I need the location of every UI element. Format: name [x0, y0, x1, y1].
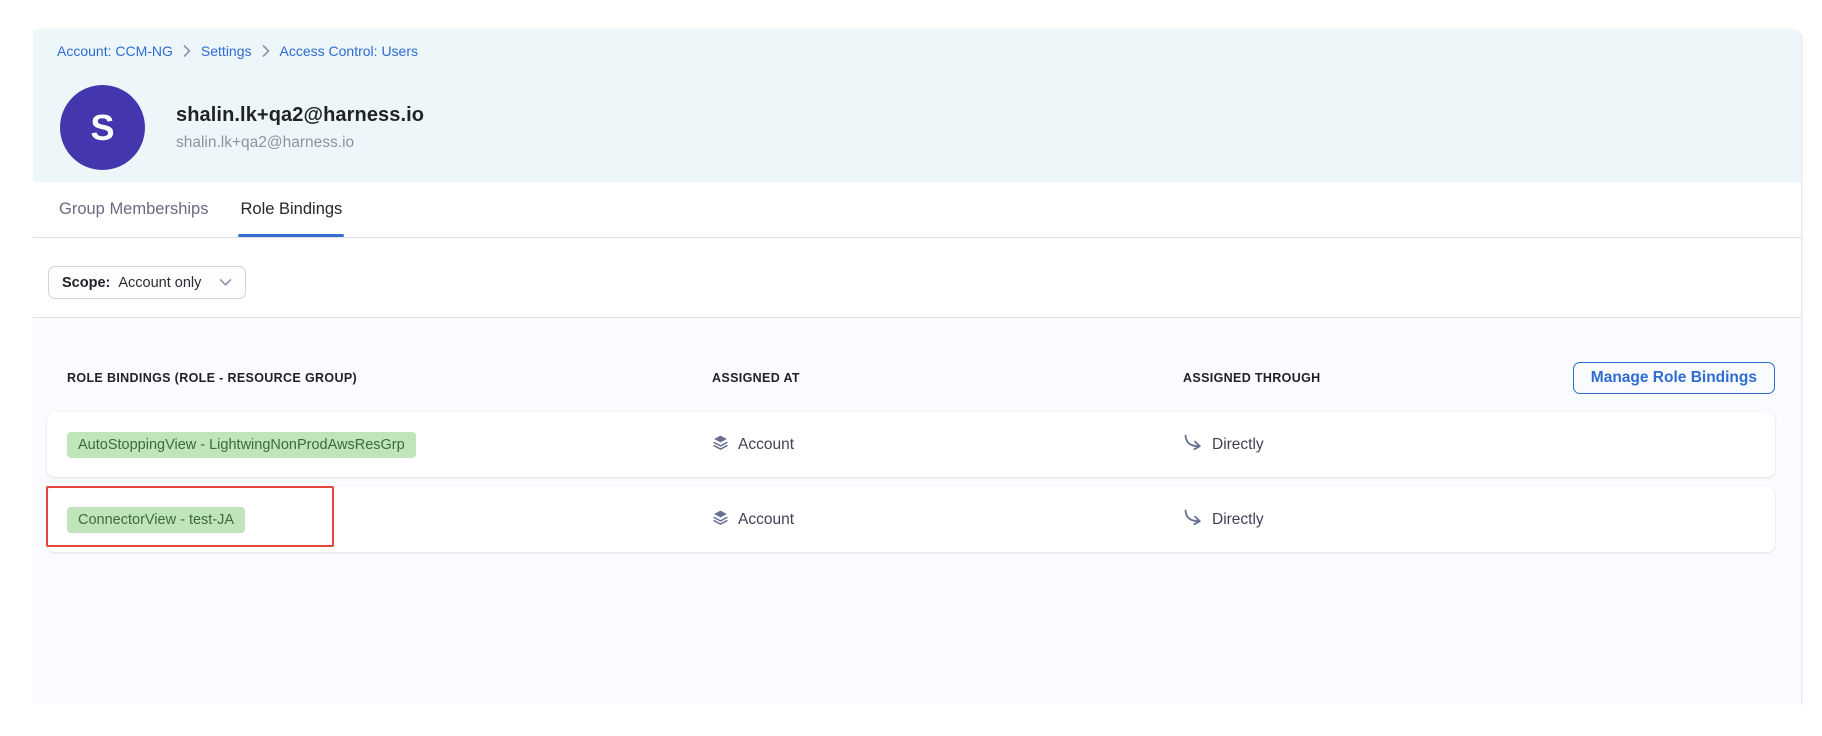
- table-row[interactable]: ConnectorView - test-JA Account: [47, 487, 1775, 552]
- assigned-through-cell: Directly: [1183, 434, 1775, 456]
- chevron-right-icon: [262, 45, 270, 57]
- direct-arrow-icon: [1183, 434, 1203, 456]
- filter-bar: Scope: Account only: [33, 238, 1801, 318]
- assigned-through-label: Directly: [1212, 436, 1264, 454]
- layers-icon: [712, 434, 729, 456]
- page: Account: CCM-NG Settings Access Control:…: [0, 0, 1822, 736]
- manage-role-bindings-button[interactable]: Manage Role Bindings: [1573, 362, 1775, 394]
- user-details-header: Account: CCM-NG Settings Access Control:…: [33, 30, 1801, 182]
- assigned-through-label: Directly: [1212, 511, 1264, 529]
- breadcrumb-account-link[interactable]: Account: CCM-NG: [57, 43, 173, 59]
- chevron-down-icon: [219, 278, 232, 287]
- tab-role-bindings[interactable]: Role Bindings: [238, 182, 344, 237]
- user-details-panel: Account: CCM-NG Settings Access Control:…: [33, 30, 1802, 705]
- avatar: S: [60, 85, 145, 170]
- assigned-through-cell: Directly: [1183, 509, 1775, 531]
- scope-dropdown[interactable]: Scope: Account only: [48, 266, 246, 299]
- user-name: shalin.lk+qa2@harness.io: [176, 104, 424, 127]
- scope-dropdown-label: Scope:: [62, 275, 110, 291]
- role-binding-badge: ConnectorView - test-JA: [67, 507, 245, 533]
- role-bindings-table: ROLE BINDINGS (ROLE - RESOURCE GROUP) AS…: [33, 318, 1801, 704]
- layers-icon: [712, 509, 729, 531]
- assigned-at-cell: Account: [712, 509, 1183, 531]
- user-summary: S shalin.lk+qa2@harness.io shalin.lk+qa2…: [60, 85, 424, 170]
- table-header-row: ROLE BINDINGS (ROLE - RESOURCE GROUP) AS…: [47, 362, 1775, 394]
- role-binding-cell: AutoStoppingView - LightwingNonProdAwsRe…: [67, 432, 712, 458]
- user-email: shalin.lk+qa2@harness.io: [176, 134, 424, 152]
- column-header-assigned-at: ASSIGNED AT: [712, 371, 1183, 385]
- avatar-initial: S: [90, 107, 114, 149]
- chevron-right-icon: [183, 45, 191, 57]
- tab-group-memberships[interactable]: Group Memberships: [57, 182, 210, 237]
- breadcrumb-settings-link[interactable]: Settings: [201, 43, 252, 59]
- assigned-at-cell: Account: [712, 434, 1183, 456]
- table-row[interactable]: AutoStoppingView - LightwingNonProdAwsRe…: [47, 412, 1775, 477]
- tabs-bar: Group Memberships Role Bindings: [33, 182, 1801, 238]
- breadcrumb-access-control-users-link[interactable]: Access Control: Users: [280, 43, 418, 59]
- assigned-at-label: Account: [738, 436, 794, 454]
- direct-arrow-icon: [1183, 509, 1203, 531]
- column-header-role-bindings: ROLE BINDINGS (ROLE - RESOURCE GROUP): [67, 371, 712, 385]
- assigned-at-label: Account: [738, 511, 794, 529]
- scope-dropdown-value: Account only: [118, 275, 201, 291]
- role-binding-badge: AutoStoppingView - LightwingNonProdAwsRe…: [67, 432, 416, 458]
- breadcrumb: Account: CCM-NG Settings Access Control:…: [57, 43, 1801, 59]
- role-binding-cell: ConnectorView - test-JA: [67, 507, 712, 533]
